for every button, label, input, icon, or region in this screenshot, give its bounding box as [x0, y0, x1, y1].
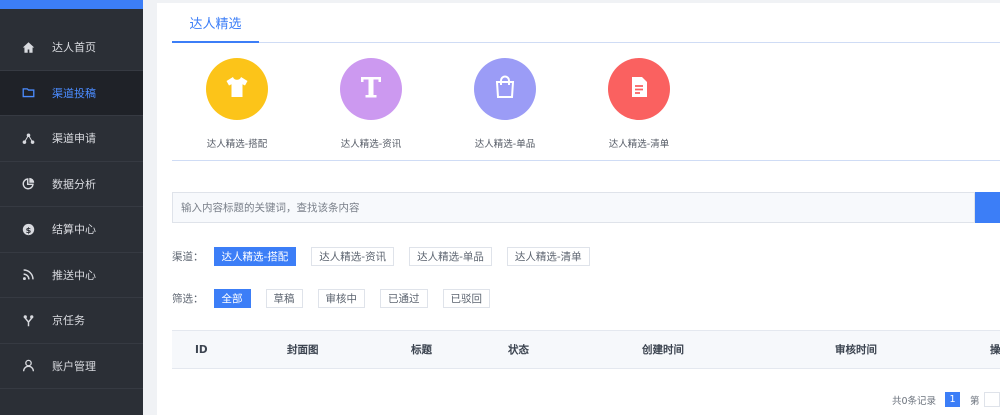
channel-card-dapei[interactable]: 达人精选-搭配 — [172, 58, 302, 150]
channel-card-danpin[interactable]: 达人精选-单品 — [440, 58, 570, 150]
column-header-id: ID — [195, 343, 208, 356]
column-header-created-time: 创建时间 — [642, 344, 684, 356]
status-filter-option[interactable]: 已通过 — [380, 289, 428, 308]
channel-filter-option[interactable]: 达人精选-资讯 — [311, 247, 395, 266]
pagination-jump-input[interactable] — [983, 392, 1000, 407]
channel-list: 达人精选-搭配 达人精选-资讯 达人精选-单品 达人精选-清单 — [172, 43, 1000, 161]
status-filter-option[interactable]: 草稿 — [265, 289, 303, 308]
column-header-cover: 封面图 — [287, 344, 319, 356]
channel-label: 达人精选-清单 — [608, 139, 670, 150]
sidebar-item-home[interactable]: 达人首页 — [0, 25, 143, 71]
channel-label: 达人精选-单品 — [474, 139, 536, 150]
sidebar-item-push-center[interactable]: 推送中心 — [0, 253, 143, 298]
status-filter-option[interactable]: 已驳回 — [442, 289, 490, 308]
main-panel: 达人精选 达人精选-搭配 达人精选-资讯 达人精选-单品 达人精选-清单 输入内… — [157, 3, 1000, 415]
dollar-icon: $ — [20, 221, 36, 237]
sidebar-item-label: 达人首页 — [52, 41, 96, 55]
status-filter-option[interactable]: 审核中 — [317, 289, 365, 308]
search-bar — [172, 192, 1000, 223]
column-header-title: 标题 — [411, 344, 432, 356]
table-header: ID 封面图 标题 状态 创建时间 审核时间 操 — [172, 330, 1000, 369]
channel-icon-circle — [474, 58, 536, 120]
channel-card-qingdan[interactable]: 达人精选-清单 — [574, 58, 704, 150]
pie-chart-icon — [20, 176, 36, 192]
channel-card-zixun[interactable]: 达人精选-资讯 — [306, 58, 436, 150]
sidebar-item-channel-submit[interactable]: 渠道投稿 — [0, 70, 143, 116]
search-input[interactable] — [172, 192, 975, 223]
column-header-status: 状态 — [508, 344, 529, 356]
status-filter-label: 筛选： — [172, 293, 204, 305]
sidebar-item-label: 结算中心 — [52, 223, 96, 237]
channel-filter-option[interactable]: 达人精选-单品 — [409, 247, 492, 266]
channel-filter-option[interactable]: 达人精选-搭配 — [213, 247, 297, 266]
sidebar-item-settlement[interactable]: $ 结算中心 — [0, 207, 143, 253]
sidebar-item-label: 推送中心 — [52, 268, 96, 282]
pagination-page-1[interactable]: 1 — [945, 392, 961, 407]
status-filter-option[interactable]: 全部 — [213, 289, 251, 308]
channel-icon-circle — [608, 58, 670, 120]
rss-icon — [20, 267, 36, 283]
sidebar-item-label: 数据分析 — [52, 177, 96, 191]
sidebar-item-label: 账户管理 — [52, 359, 96, 373]
column-header-actions: 操 — [990, 344, 1000, 356]
column-header-review-time: 审核时间 — [835, 344, 877, 356]
home-icon — [20, 39, 36, 55]
tshirt-icon — [224, 74, 250, 104]
sidebar-nav: 达人首页 渠道投稿 渠道申请 数据分析 $ 结算中心 推送中心 京任务 账户管理 — [0, 25, 143, 389]
shopping-bag-icon — [492, 74, 518, 104]
tab-daren-selection[interactable]: 达人精选 — [172, 3, 259, 43]
channel-icon-circle — [206, 58, 268, 120]
channel-label: 达人精选-资讯 — [340, 139, 402, 150]
pagination-total: 共0条记录 — [892, 395, 937, 407]
sidebar-item-label: 渠道投稿 — [52, 86, 96, 100]
sidebar-item-account[interactable]: 账户管理 — [0, 344, 143, 389]
channel-icon-circle — [340, 58, 402, 120]
channel-filter-label: 渠道： — [172, 251, 204, 263]
task-icon — [20, 312, 36, 328]
user-icon — [20, 358, 36, 374]
sidebar-item-label: 渠道申请 — [52, 132, 96, 146]
sidebar-item-channel-apply[interactable]: 渠道申请 — [0, 116, 143, 162]
pagination-jump-label: 第 — [970, 395, 980, 407]
tab-bar: 达人精选 — [172, 3, 1000, 43]
sidebar-item-data-analysis[interactable]: 数据分析 — [0, 162, 143, 207]
sidebar-top-accent — [0, 0, 143, 9]
pagination: 共0条记录 1 第 — [892, 392, 1000, 407]
sidebar: 达人首页 渠道投稿 渠道申请 数据分析 $ 结算中心 推送中心 京任务 账户管理 — [0, 0, 143, 415]
channel-label: 达人精选-搭配 — [206, 139, 268, 150]
svg-text:$: $ — [25, 225, 31, 235]
search-button[interactable] — [975, 192, 1000, 223]
channel-filter-row: 渠道： 达人精选-搭配 达人精选-资讯 达人精选-单品 达人精选-清单 — [172, 247, 605, 266]
share-icon — [20, 130, 36, 146]
channel-filter-option[interactable]: 达人精选-清单 — [506, 247, 590, 266]
folder-icon — [20, 85, 36, 101]
sidebar-item-jd-task[interactable]: 京任务 — [0, 298, 143, 344]
status-filter-row: 筛选： 全部 草稿 审核中 已通过 已驳回 — [172, 289, 505, 308]
letter-t-icon — [358, 74, 384, 104]
document-icon — [626, 74, 652, 104]
sidebar-item-label: 京任务 — [52, 314, 85, 328]
